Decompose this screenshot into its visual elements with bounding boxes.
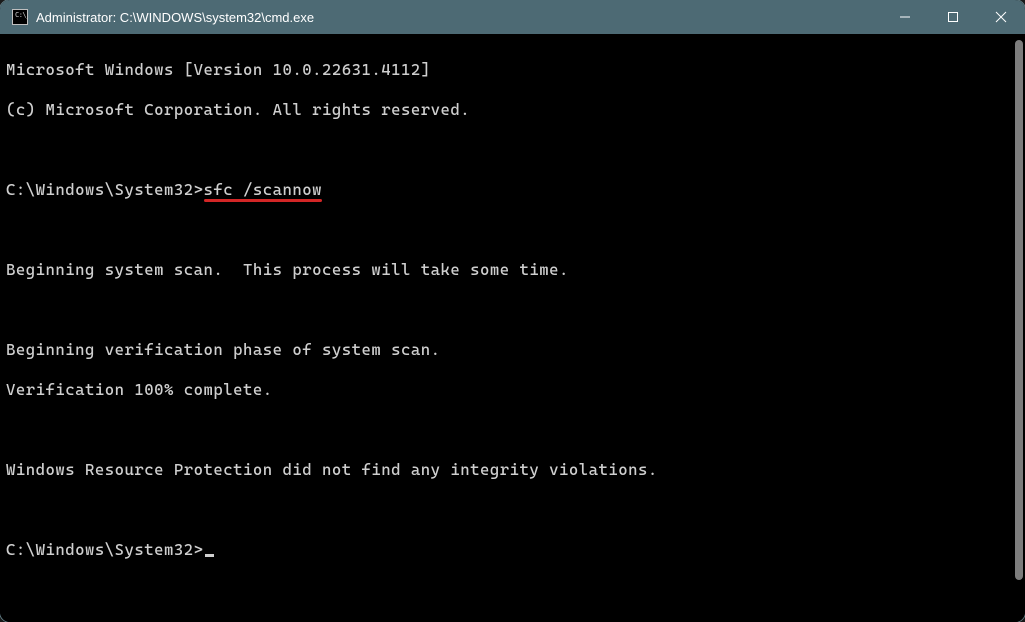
prompt-line: C:\Windows\System32>sfc /scannow	[6, 180, 1007, 200]
cmd-window: Administrator: C:\WINDOWS\system32\cmd.e…	[0, 0, 1025, 622]
close-icon	[995, 11, 1007, 23]
output-line	[6, 140, 1007, 160]
output-line: (c) Microsoft Corporation. All rights re…	[6, 100, 1007, 120]
terminal-output[interactable]: Microsoft Windows [Version 10.0.22631.41…	[0, 34, 1011, 622]
typed-command: sfc /scannow	[204, 180, 323, 200]
output-line: Windows Resource Protection did not find…	[6, 460, 1007, 480]
maximize-icon	[947, 11, 959, 23]
titlebar[interactable]: Administrator: C:\WINDOWS\system32\cmd.e…	[0, 0, 1025, 34]
text-cursor	[205, 554, 214, 557]
scrollbar-thumb[interactable]	[1015, 40, 1023, 580]
cmd-icon	[12, 9, 28, 25]
scrollbar-track[interactable]	[1011, 34, 1025, 622]
output-line	[6, 420, 1007, 440]
client-area: Microsoft Windows [Version 10.0.22631.41…	[0, 34, 1025, 622]
output-line: Verification 100% complete.	[6, 380, 1007, 400]
output-line	[6, 500, 1007, 520]
prompt-path: C:\Windows\System32>	[6, 540, 204, 559]
minimize-button[interactable]	[881, 0, 929, 34]
window-title: Administrator: C:\WINDOWS\system32\cmd.e…	[36, 10, 314, 25]
output-line	[6, 220, 1007, 240]
prompt-line: C:\Windows\System32>	[6, 540, 1007, 560]
close-button[interactable]	[977, 0, 1025, 34]
minimize-icon	[899, 11, 911, 23]
output-line: Beginning system scan. This process will…	[6, 260, 1007, 280]
prompt-path: C:\Windows\System32>	[6, 180, 204, 199]
maximize-button[interactable]	[929, 0, 977, 34]
output-line	[6, 300, 1007, 320]
output-line: Beginning verification phase of system s…	[6, 340, 1007, 360]
output-line: Microsoft Windows [Version 10.0.22631.41…	[6, 60, 1007, 80]
